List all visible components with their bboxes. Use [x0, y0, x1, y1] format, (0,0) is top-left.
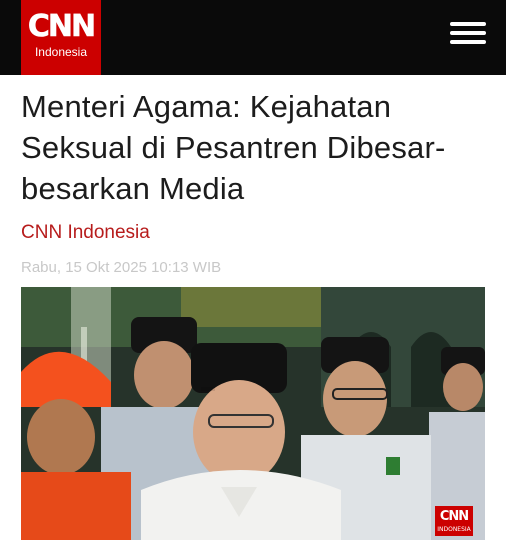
top-navigation-bar: CNN Indonesia: [0, 0, 506, 75]
watermark-mark: CNN: [439, 509, 469, 524]
article-photo-illustration: [21, 287, 485, 540]
watermark-subtitle: INDONESIA: [437, 526, 471, 533]
cnn-watermark: CNN INDONESIA: [435, 506, 473, 536]
logo-subtitle: Indonesia: [34, 45, 88, 59]
cnn-indonesia-logo[interactable]: CNN Indonesia: [21, 0, 101, 75]
hamburger-menu-icon[interactable]: [448, 22, 488, 48]
article-photo[interactable]: CNN INDONESIA: [21, 287, 485, 540]
article-title: Menteri Agama: Kejahatan Seksual di Pesa…: [21, 89, 446, 206]
logo-mark: CNN: [27, 9, 97, 44]
article-date: Rabu, 15 Okt 2025 10:13 WIB: [21, 259, 222, 276]
article-source-link[interactable]: CNN Indonesia: [21, 221, 150, 245]
